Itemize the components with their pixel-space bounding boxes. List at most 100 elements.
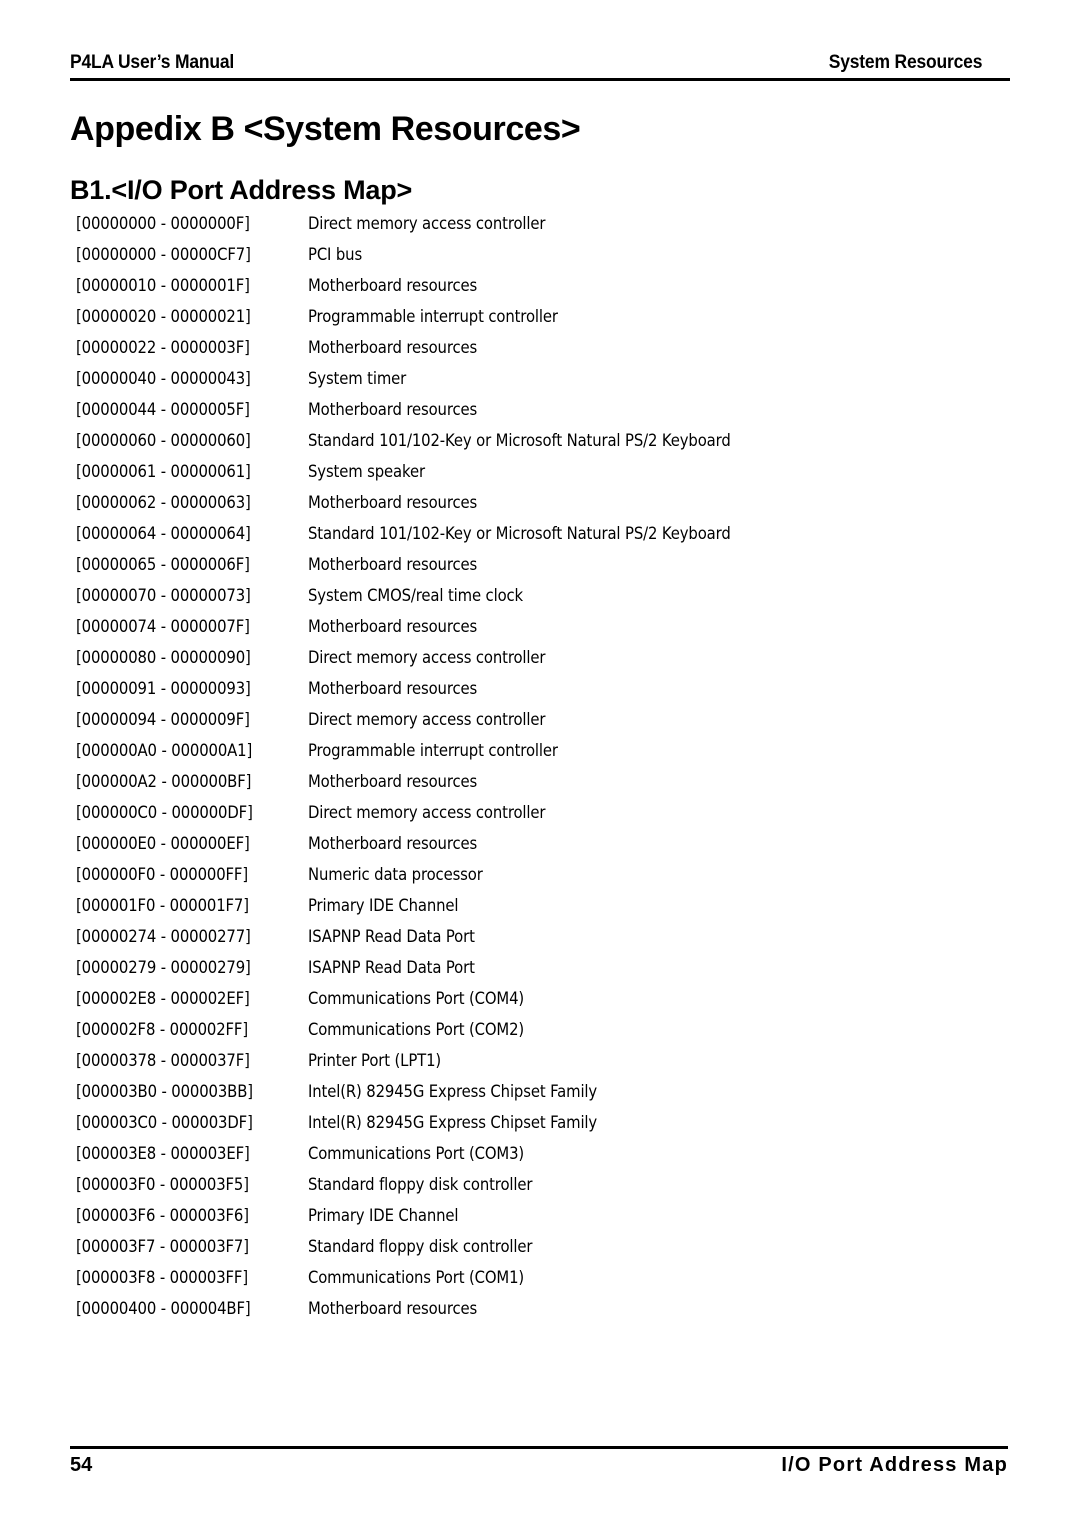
resource-device-name: Standard floppy disk controller xyxy=(308,1237,533,1256)
resource-row: [00000062 - 00000063] Motherboard resourc… xyxy=(76,487,1016,518)
resource-row: [000003E8 - 000003EF] Communications Port… xyxy=(76,1138,1016,1169)
resource-device-name: System speaker xyxy=(308,462,425,481)
resource-address-range: [000002F8 - 000002FF] xyxy=(76,1020,249,1039)
resource-row: [000003F7 - 000003F7] Standard floppy dis… xyxy=(76,1231,1016,1262)
resource-row: [00000094 - 0000009F] Direct memory acces… xyxy=(76,704,1016,735)
resource-address-range: [00000074 - 0000007F] xyxy=(76,617,250,636)
resource-row: [000003F6 - 000003F6] Primary IDE Channel xyxy=(76,1200,1016,1231)
resource-device-name: Standard 101/102-Key or Microsoft Natura… xyxy=(308,524,731,543)
page-number: 54 xyxy=(70,1454,93,1476)
resource-device-name: Motherboard resources xyxy=(308,617,478,636)
resource-row: [000000A2 - 000000BF] Motherboard resourc… xyxy=(76,766,1016,797)
resource-address-range: [00000022 - 0000003F] xyxy=(76,338,250,357)
resource-address-range: [00000080 - 00000090] xyxy=(76,648,251,667)
resource-device-name: PCI bus xyxy=(308,245,363,264)
resource-address-range: [00000400 - 000004BF] xyxy=(76,1299,251,1318)
resource-row: [000003B0 - 000003BB] Intel(R) 82945G Exp… xyxy=(76,1076,1016,1107)
resource-address-range: [00000064 - 00000064] xyxy=(76,524,251,543)
running-footer: 54 I/O Port Address Map xyxy=(70,1446,1008,1477)
resource-address-range: [000002E8 - 000002EF] xyxy=(76,989,250,1008)
resource-address-range: [00000000 - 00000CF7] xyxy=(76,245,251,264)
resource-row: [000002F8 - 000002FF] Communications Port… xyxy=(76,1014,1016,1045)
document-page: P4LA User’s Manual System Resources Appe… xyxy=(0,0,1080,1529)
page-title: Appedix B <System Resources> xyxy=(70,109,581,148)
resource-row: [000001F0 - 000001F7] Primary IDE Channel xyxy=(76,890,1016,921)
resource-address-range: [000003E8 - 000003EF] xyxy=(76,1144,250,1163)
resource-address-range: [00000062 - 00000063] xyxy=(76,493,251,512)
resource-address-range: [000000E0 - 000000EF] xyxy=(76,834,250,853)
resource-device-name: Motherboard resources xyxy=(308,400,478,419)
resource-address-range: [000003C0 - 000003DF] xyxy=(76,1113,253,1132)
resource-address-range: [000003F6 - 000003F6] xyxy=(76,1206,249,1225)
resource-row: [000003F0 - 000003F5] Standard floppy dis… xyxy=(76,1169,1016,1200)
resource-device-name: Motherboard resources xyxy=(308,679,478,698)
resource-row: [00000000 - 00000CF7] PCI bus xyxy=(76,239,1016,270)
resource-row: [000002E8 - 000002EF] Communications Port… xyxy=(76,983,1016,1014)
resource-row: [00000274 - 00000277] ISAPNP Read Data Po… xyxy=(76,921,1016,952)
resource-device-name: Direct memory access controller xyxy=(308,803,546,822)
resource-row: [00000065 - 0000006F] Motherboard resourc… xyxy=(76,549,1016,580)
section-heading: B1.<I/O Port Address Map> xyxy=(70,175,413,206)
resource-row: [000003F8 - 000003FF] Communications Port… xyxy=(76,1262,1016,1293)
resource-row: [00000091 - 00000093] Motherboard resourc… xyxy=(76,673,1016,704)
resource-row: [00000064 - 00000064] Standard 101/102-Ke… xyxy=(76,518,1016,549)
resource-row: [00000061 - 00000061] System speaker xyxy=(76,456,1016,487)
resource-device-name: Intel(R) 82945G Express Chipset Family xyxy=(308,1082,598,1101)
resource-address-range: [00000274 - 00000277] xyxy=(76,927,251,946)
resource-row: [00000020 - 00000021] Programmable interr… xyxy=(76,301,1016,332)
resource-address-range: [00000065 - 0000006F] xyxy=(76,555,250,574)
resource-device-name: Direct memory access controller xyxy=(308,710,546,729)
resource-row: [00000400 - 000004BF] Motherboard resourc… xyxy=(76,1293,1016,1324)
resource-row: [00000074 - 0000007F] Motherboard resourc… xyxy=(76,611,1016,642)
resource-device-name: Printer Port (LPT1) xyxy=(308,1051,442,1070)
resource-row: [00000080 - 00000090] Direct memory acces… xyxy=(76,642,1016,673)
resource-device-name: Communications Port (COM3) xyxy=(308,1144,525,1163)
resource-address-range: [000000A2 - 000000BF] xyxy=(76,772,252,791)
resource-row: [00000000 - 0000000F] Direct memory acces… xyxy=(76,208,1016,239)
resource-address-range: [000003F8 - 000003FF] xyxy=(76,1268,249,1287)
io-port-address-list: [00000000 - 0000000F] Direct memory acces… xyxy=(76,208,1016,1324)
resource-address-range: [000000F0 - 000000FF] xyxy=(76,865,249,884)
resource-device-name: Motherboard resources xyxy=(308,555,478,574)
resource-address-range: [000003F7 - 000003F7] xyxy=(76,1237,249,1256)
resource-row: [000000A0 - 000000A1] Programmable interr… xyxy=(76,735,1016,766)
resource-row: [00000010 - 0000001F] Motherboard resourc… xyxy=(76,270,1016,301)
resource-row: [00000070 - 00000073] System CMOS/real ti… xyxy=(76,580,1016,611)
resource-device-name: ISAPNP Read Data Port xyxy=(308,927,475,946)
resource-device-name: Communications Port (COM2) xyxy=(308,1020,525,1039)
resource-address-range: [00000094 - 0000009F] xyxy=(76,710,250,729)
resource-device-name: Standard 101/102-Key or Microsoft Natura… xyxy=(308,431,731,450)
resource-device-name: Motherboard resources xyxy=(308,834,478,853)
resource-row: [000000E0 - 000000EF] Motherboard resourc… xyxy=(76,828,1016,859)
resource-device-name: Direct memory access controller xyxy=(308,214,546,233)
resource-address-range: [00000010 - 0000001F] xyxy=(76,276,250,295)
resource-address-range: [00000279 - 00000279] xyxy=(76,958,251,977)
resource-device-name: Primary IDE Channel xyxy=(308,1206,459,1225)
resource-device-name: Motherboard resources xyxy=(308,772,478,791)
resource-device-name: Intel(R) 82945G Express Chipset Family xyxy=(308,1113,598,1132)
resource-address-range: [00000091 - 00000093] xyxy=(76,679,251,698)
resource-device-name: Motherboard resources xyxy=(308,338,478,357)
resource-device-name: Numeric data processor xyxy=(308,865,483,884)
resource-row: [00000022 - 0000003F] Motherboard resourc… xyxy=(76,332,1016,363)
resource-device-name: Communications Port (COM4) xyxy=(308,989,525,1008)
resource-address-range: [00000070 - 00000073] xyxy=(76,586,251,605)
resource-device-name: Motherboard resources xyxy=(308,1299,478,1318)
resource-address-range: [00000020 - 00000021] xyxy=(76,307,251,326)
resource-device-name: Motherboard resources xyxy=(308,493,478,512)
footer-section-label: I/O Port Address Map xyxy=(781,1454,1008,1476)
resource-device-name: Direct memory access controller xyxy=(308,648,546,667)
resource-address-range: [00000061 - 00000061] xyxy=(76,462,251,481)
resource-device-name: ISAPNP Read Data Port xyxy=(308,958,475,977)
resource-device-name: Standard floppy disk controller xyxy=(308,1175,533,1194)
resource-address-range: [000003B0 - 000003BB] xyxy=(76,1082,253,1101)
resource-row: [00000040 - 00000043] System timer xyxy=(76,363,1016,394)
resource-address-range: [00000000 - 0000000F] xyxy=(76,214,250,233)
resource-device-name: Programmable interrupt controller xyxy=(308,307,558,326)
resource-row: [00000378 - 0000037F] Printer Port (LPT1) xyxy=(76,1045,1016,1076)
resource-address-range: [000000C0 - 000000DF] xyxy=(76,803,253,822)
resource-device-name: System timer xyxy=(308,369,407,388)
resource-address-range: [00000040 - 00000043] xyxy=(76,369,251,388)
resource-row: [00000060 - 00000060] Standard 101/102-Ke… xyxy=(76,425,1016,456)
resource-device-name: Motherboard resources xyxy=(308,276,478,295)
